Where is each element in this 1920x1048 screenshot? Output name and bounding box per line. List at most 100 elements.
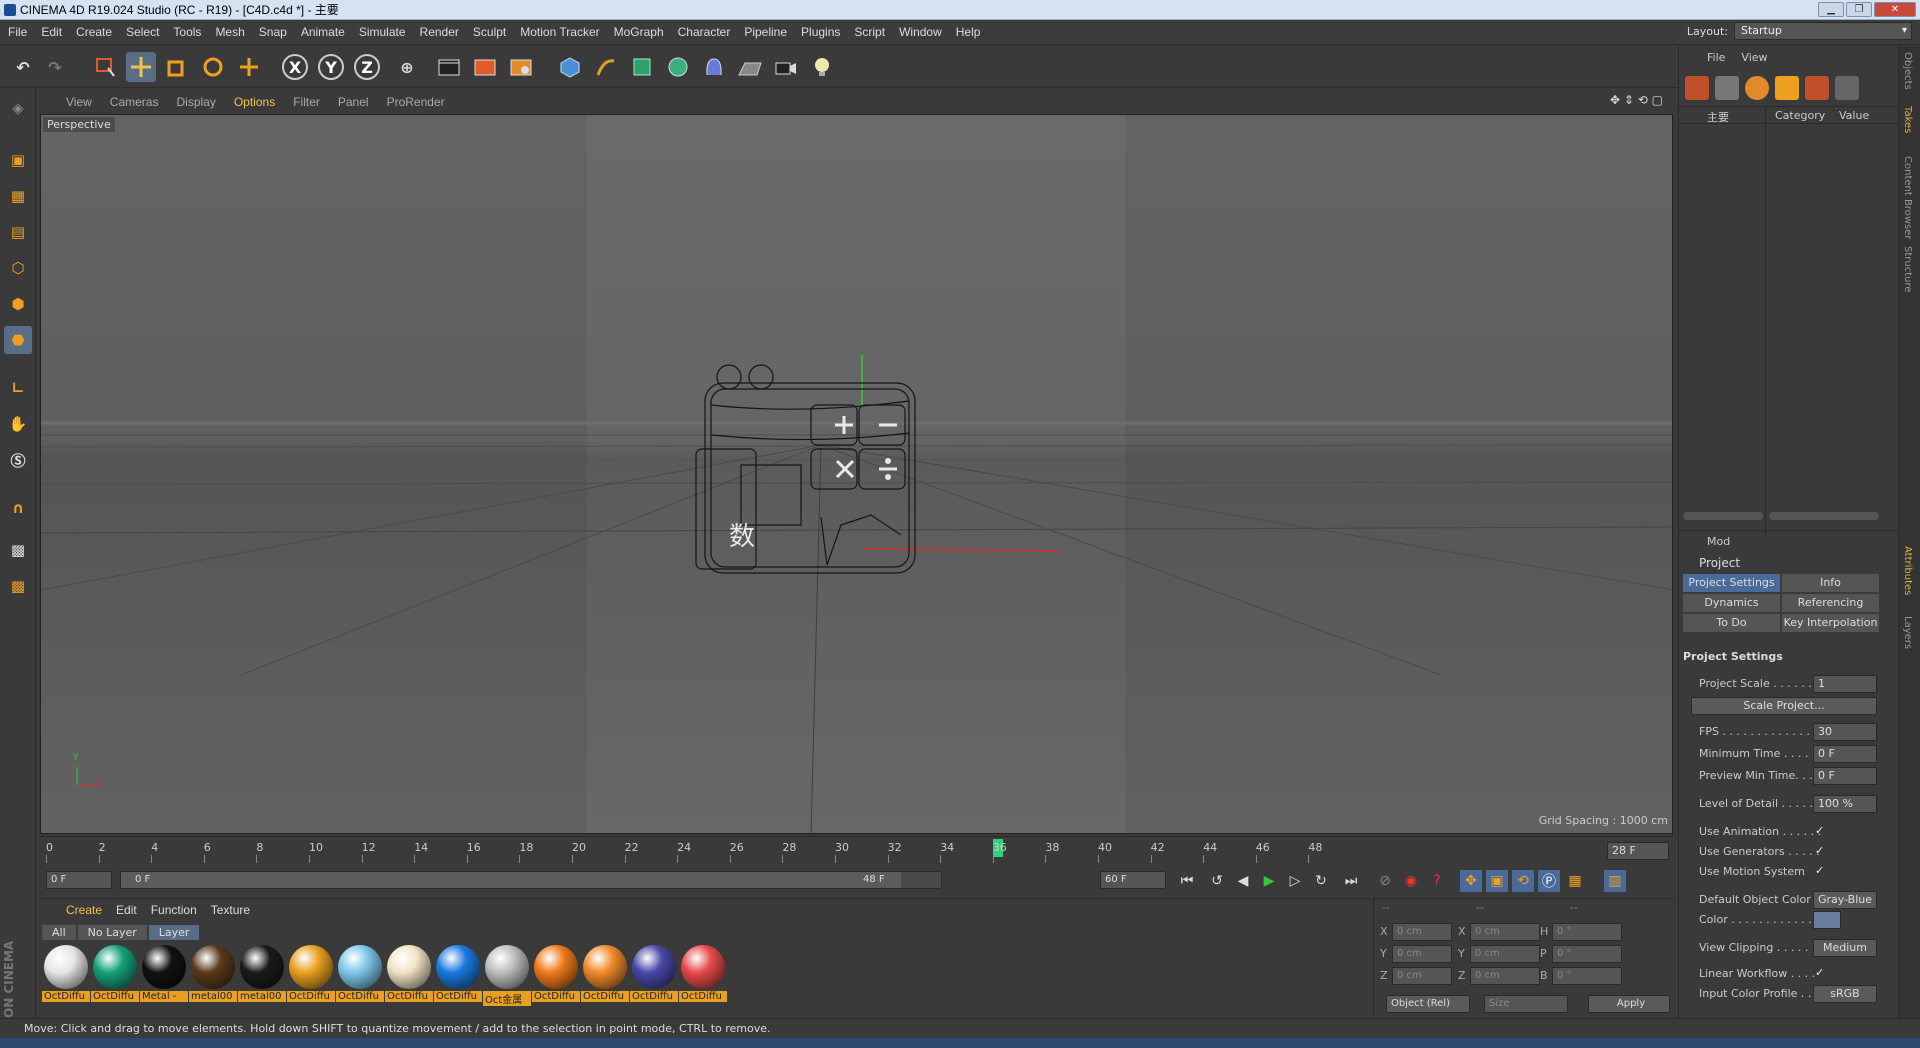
material-swatch[interactable]: OctDiffu bbox=[630, 945, 678, 1006]
snap-magnet-icon[interactable]: ∩ bbox=[4, 494, 32, 522]
attr-tab-dynamics[interactable]: Dynamics bbox=[1683, 594, 1780, 612]
attr-checkbox[interactable]: ✓ bbox=[1815, 966, 1824, 979]
key-parameter-icon[interactable]: Ⓟ bbox=[1538, 870, 1560, 892]
material-menu-create[interactable]: Create bbox=[66, 903, 102, 917]
scrollbar-right[interactable] bbox=[1769, 512, 1879, 520]
coord-value-field[interactable]: 0 ° bbox=[1552, 945, 1622, 963]
lock-workplane-icon[interactable]: ▩ bbox=[4, 536, 32, 564]
preview-range-slider[interactable]: 0 F 48 F bbox=[120, 871, 942, 889]
current-frame-field[interactable]: 28 F bbox=[1607, 842, 1669, 860]
render-settings-icon[interactable] bbox=[506, 52, 536, 82]
material-label[interactable]: metal00 bbox=[189, 991, 237, 1002]
material-label[interactable]: OctDiffu bbox=[287, 991, 335, 1002]
attr-value-field[interactable]: 0 F bbox=[1813, 767, 1877, 785]
key-rotation-icon[interactable]: ⟲ bbox=[1512, 870, 1534, 892]
material-preview[interactable] bbox=[93, 945, 137, 989]
material-swatch[interactable]: OctDiffu bbox=[287, 945, 335, 1006]
material-tab-all[interactable]: All bbox=[42, 925, 76, 940]
material-swatch[interactable]: OctDiffu bbox=[679, 945, 727, 1006]
close-button[interactable]: ✕ bbox=[1874, 2, 1916, 17]
material-label[interactable]: OctDiffu bbox=[581, 991, 629, 1002]
menu-motion-tracker[interactable]: Motion Tracker bbox=[520, 25, 599, 39]
record-active-icon[interactable]: ⊘ bbox=[1374, 870, 1396, 892]
camera-icon[interactable] bbox=[771, 52, 801, 82]
coordinate-system-icon[interactable]: ⊕ bbox=[392, 52, 422, 82]
cloner-icon[interactable] bbox=[663, 52, 693, 82]
object-menu-file[interactable]: File bbox=[1707, 51, 1725, 64]
start-frame-field[interactable]: 0 F bbox=[46, 871, 112, 889]
side-tab-takes[interactable]: Takes bbox=[1902, 106, 1913, 133]
side-tab-structure[interactable]: Structure bbox=[1902, 246, 1913, 293]
object-search-icon[interactable] bbox=[1715, 76, 1739, 100]
material-swatch[interactable]: OctDiffu bbox=[434, 945, 482, 1006]
z-axis-lock[interactable]: Z bbox=[354, 54, 380, 80]
object-menu-view[interactable]: View bbox=[1741, 51, 1767, 64]
attr-value-field[interactable]: 0 F bbox=[1813, 745, 1877, 763]
attr-tab-project-settings[interactable]: Project Settings bbox=[1683, 574, 1780, 592]
viewport-menu-options[interactable]: Options bbox=[234, 95, 275, 109]
goto-end-icon[interactable]: ⏭ bbox=[1340, 870, 1362, 892]
coord-value-field[interactable]: 0 ° bbox=[1552, 967, 1622, 985]
attr-value-field[interactable]: 100 % bbox=[1813, 795, 1877, 813]
material-label[interactable]: OctDiffu bbox=[630, 991, 678, 1002]
material-label[interactable]: OctDiffu bbox=[532, 991, 580, 1002]
attr-value-field[interactable]: 30 bbox=[1813, 723, 1877, 741]
attr-tab-referencing[interactable]: Referencing bbox=[1782, 594, 1879, 612]
attr-button[interactable]: Gray-Blue bbox=[1813, 891, 1877, 909]
rotate-tool-icon[interactable] bbox=[198, 52, 228, 82]
viewport-menu-prorender[interactable]: ProRender bbox=[387, 95, 445, 109]
key-pla-icon[interactable]: ▦ bbox=[1564, 870, 1586, 892]
viewport-menu-display[interactable]: Display bbox=[176, 95, 215, 109]
material-preview[interactable] bbox=[191, 945, 235, 989]
subdivision-surface-icon[interactable] bbox=[627, 52, 657, 82]
cube-icon[interactable] bbox=[555, 52, 585, 82]
material-menu-function[interactable]: Function bbox=[151, 903, 197, 917]
material-label[interactable]: Metal - bbox=[140, 991, 188, 1002]
viewport-menu-view[interactable]: View bbox=[66, 95, 92, 109]
attr-tab-key-interpolation[interactable]: Key Interpolation bbox=[1782, 614, 1879, 632]
menu-select[interactable]: Select bbox=[126, 25, 159, 39]
coord-value-field[interactable]: 0 cm bbox=[1470, 945, 1540, 963]
menu-simulate[interactable]: Simulate bbox=[359, 25, 406, 39]
coord-value-field[interactable]: 0 cm bbox=[1392, 967, 1452, 985]
material-label[interactable]: OctDiffu bbox=[336, 991, 384, 1002]
keyframe-selection-icon[interactable]: ? bbox=[1426, 870, 1448, 892]
menu-plugins[interactable]: Plugins bbox=[801, 25, 840, 39]
menu-animate[interactable]: Animate bbox=[301, 25, 345, 39]
coord-value-field[interactable]: 0 ° bbox=[1552, 923, 1622, 941]
material-preview[interactable] bbox=[338, 945, 382, 989]
menu-render[interactable]: Render bbox=[420, 25, 459, 39]
material-swatch[interactable]: metal00 bbox=[189, 945, 237, 1006]
material-label[interactable]: metal00 bbox=[238, 991, 286, 1002]
material-swatch[interactable]: OctDiffu bbox=[385, 945, 433, 1006]
menu-script[interactable]: Script bbox=[854, 25, 885, 39]
object-tool-icon[interactable] bbox=[1685, 76, 1709, 100]
material-preview[interactable] bbox=[681, 945, 725, 989]
key-scale-icon[interactable]: ▣ bbox=[1486, 870, 1508, 892]
material-label[interactable]: OctDiffu bbox=[679, 991, 727, 1002]
solo-mode-icon[interactable]: Ⓢ bbox=[4, 446, 32, 474]
material-label[interactable]: OctDiffu bbox=[385, 991, 433, 1002]
menu-window[interactable]: Window bbox=[899, 25, 942, 39]
menu-file[interactable]: File bbox=[8, 25, 27, 39]
takes-icon[interactable] bbox=[1745, 76, 1769, 100]
material-preview[interactable] bbox=[485, 945, 529, 989]
previous-frame-icon[interactable]: ◀ bbox=[1232, 870, 1254, 892]
attr-button[interactable]: Scale Project... bbox=[1691, 697, 1877, 715]
material-label[interactable]: OctDiffu bbox=[91, 991, 139, 1002]
menu-edit[interactable]: Edit bbox=[41, 25, 62, 39]
material-swatch[interactable]: OctDiffu bbox=[581, 945, 629, 1006]
live-selection-icon[interactable] bbox=[90, 52, 120, 82]
menu-sculpt[interactable]: Sculpt bbox=[473, 25, 506, 39]
menu-character[interactable]: Character bbox=[678, 25, 731, 39]
redo-icon[interactable]: ↷ bbox=[40, 52, 70, 82]
axis-mode-icon[interactable]: ∟ bbox=[4, 374, 32, 402]
material-preview[interactable] bbox=[142, 945, 186, 989]
light-icon[interactable] bbox=[807, 52, 837, 82]
previous-key-icon[interactable]: ↺ bbox=[1206, 870, 1228, 892]
x-axis-lock[interactable]: X bbox=[282, 54, 308, 80]
render-picture-viewer-icon[interactable] bbox=[470, 52, 500, 82]
material-swatch[interactable]: Oct金属 bbox=[483, 945, 531, 1006]
points-mode-icon[interactable]: ⬡ bbox=[4, 254, 32, 282]
render-view-icon[interactable] bbox=[434, 52, 464, 82]
